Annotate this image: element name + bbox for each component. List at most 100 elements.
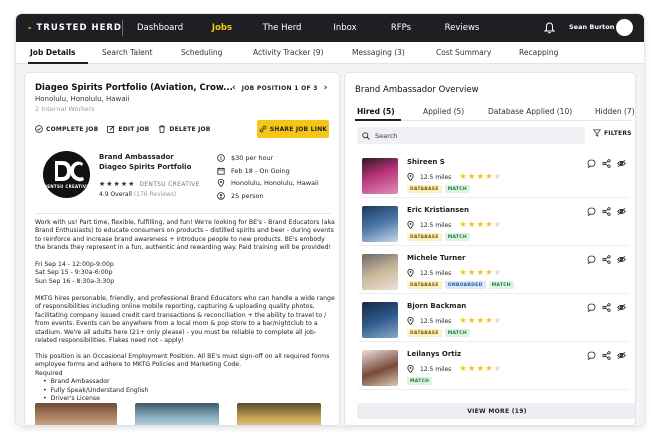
hide-icon[interactable] bbox=[617, 207, 626, 216]
nav-the-herd[interactable]: The Herd bbox=[255, 23, 309, 33]
job-position-label: JOB POSITION 1 OF 3 bbox=[241, 84, 318, 92]
hide-icon[interactable] bbox=[617, 351, 626, 360]
status-badge: DATABASE bbox=[407, 329, 442, 337]
user-name[interactable]: Sean Burton bbox=[569, 23, 614, 31]
star-empty-icon: ★ bbox=[493, 268, 503, 278]
share-job-link-button[interactable]: SHARE JOB LINK bbox=[257, 120, 329, 138]
star-filled-icon: ★ bbox=[459, 172, 468, 182]
nav-reviews[interactable]: Reviews bbox=[435, 23, 489, 33]
candidate-name[interactable]: Shireen S bbox=[407, 158, 445, 166]
candidate-card[interactable]: Shireen S 12.5 miles ★★★★★ DATABASE MATCH bbox=[357, 153, 629, 198]
star-filled-icon: ★ bbox=[467, 172, 477, 182]
check-circle-icon bbox=[35, 125, 43, 133]
event-photo[interactable] bbox=[237, 403, 321, 425]
search-icon bbox=[362, 131, 370, 140]
candidate-photo[interactable] bbox=[362, 206, 398, 242]
tab-job-details[interactable]: Job Details bbox=[30, 48, 76, 57]
brand-logo[interactable]: TRUSTED HERD bbox=[16, 14, 122, 42]
share-icon[interactable] bbox=[602, 207, 611, 216]
location-pin-icon bbox=[217, 179, 225, 187]
candidate-name[interactable]: Eric Kristiansen bbox=[407, 206, 469, 214]
share-icon[interactable] bbox=[602, 351, 611, 360]
event-photo[interactable] bbox=[135, 403, 219, 425]
nav-dashboard[interactable]: Dashboard bbox=[137, 23, 183, 33]
chat-icon[interactable] bbox=[587, 255, 596, 264]
status-badge: MATCH bbox=[444, 185, 470, 193]
status-badge: DATABASE bbox=[407, 281, 442, 289]
candidate-photo[interactable] bbox=[362, 302, 398, 338]
candidate-name[interactable]: Bjorn Backman bbox=[407, 302, 466, 310]
bell-icon[interactable] bbox=[544, 22, 555, 34]
tab-hired[interactable]: Hired (5) bbox=[357, 107, 395, 116]
star-filled-icon: ★ bbox=[467, 220, 477, 230]
nav-inbox[interactable]: Inbox bbox=[319, 23, 371, 33]
tab-cost-summary[interactable]: Cost Summary bbox=[436, 48, 491, 57]
tab-search-talent[interactable]: Search Talent bbox=[102, 48, 152, 57]
required-item: Fully Speak/Understand English bbox=[43, 387, 335, 395]
chat-icon[interactable] bbox=[587, 351, 596, 360]
filters-label: FILTERS bbox=[604, 129, 632, 137]
share-icon[interactable] bbox=[602, 303, 611, 312]
star-filled-icon: ★ bbox=[476, 364, 486, 374]
complete-job-button[interactable]: COMPLETE JOB bbox=[35, 125, 98, 133]
candidate-card[interactable]: Eric Kristiansen 12.5 miles ★★★★★ DATABASE M… bbox=[357, 201, 629, 246]
search-input[interactable] bbox=[375, 131, 575, 140]
candidate-photo[interactable] bbox=[362, 158, 398, 194]
job-info-list: $ $30 per hour Feb 18 - On Going Honolul… bbox=[217, 152, 319, 202]
candidate-meta: 12.5 miles ★★★★★ bbox=[407, 364, 502, 374]
review-count[interactable]: (176 Reviews) bbox=[134, 191, 177, 198]
share-icon[interactable] bbox=[602, 255, 611, 264]
delete-job-button[interactable]: DELETE JOB bbox=[158, 125, 210, 133]
star-filled-icon: ★ bbox=[485, 172, 494, 182]
required-list: Brand Ambassador Fully Speak/Understand … bbox=[35, 378, 335, 403]
status-badge: MATCH bbox=[444, 233, 470, 241]
tab-database-applied[interactable]: Database Applied (10) bbox=[488, 107, 572, 116]
event-photo[interactable] bbox=[35, 403, 117, 425]
candidate-photo[interactable] bbox=[362, 350, 398, 386]
candidate-name[interactable]: Michele Turner bbox=[407, 254, 465, 262]
tab-scheduling[interactable]: Scheduling bbox=[181, 48, 222, 57]
user-avatar[interactable] bbox=[616, 19, 633, 36]
candidate-card[interactable]: Leilanys Ortiz 12.5 miles ★★★★★ MATCH bbox=[357, 345, 629, 390]
tab-recapping[interactable]: Recapping bbox=[519, 48, 558, 57]
candidate-distance: 12.5 miles bbox=[420, 317, 452, 325]
view-more-button[interactable]: VIEW MORE (19) bbox=[357, 403, 635, 419]
search-box bbox=[357, 127, 585, 144]
chat-icon[interactable] bbox=[587, 159, 596, 168]
tab-messaging[interactable]: Messaging (3) bbox=[352, 48, 405, 57]
job-title: Diageo Spirits Portfolio (Aviation, Crow… bbox=[35, 83, 233, 93]
chevron-left-icon[interactable]: ‹ bbox=[232, 83, 236, 93]
star-filled-icon: ★ bbox=[476, 316, 486, 326]
job-company: Diageo Spirits Portfolio bbox=[99, 163, 192, 171]
top-nav: TRUSTED HERD Dashboard Jobs The Herd Inb… bbox=[16, 14, 644, 42]
candidate-name[interactable]: Leilanys Ortiz bbox=[407, 350, 461, 358]
candidate-badges: DATABASE MATCH bbox=[407, 329, 473, 337]
info-people: 25 person bbox=[217, 190, 319, 202]
tab-hidden[interactable]: Hidden (7) bbox=[595, 107, 635, 116]
status-badge: ONBOARDED bbox=[444, 281, 486, 289]
hide-icon[interactable] bbox=[617, 303, 626, 312]
hide-icon[interactable] bbox=[617, 159, 626, 168]
job-position-pager: ‹ JOB POSITION 1 OF 3 › bbox=[232, 83, 327, 93]
company-rating: ★★★★★ DENTSU CREATIVE bbox=[99, 180, 200, 188]
share-icon[interactable] bbox=[602, 159, 611, 168]
filters-button[interactable]: FILTERS bbox=[593, 129, 632, 137]
chat-icon[interactable] bbox=[587, 207, 596, 216]
tab-applied[interactable]: Applied (5) bbox=[423, 107, 464, 116]
candidate-card[interactable]: Bjorn Backman 12.5 miles ★★★★★ DATABASE MATC… bbox=[357, 297, 629, 342]
candidate-photo[interactable] bbox=[362, 254, 398, 290]
edit-job-button[interactable]: EDIT JOB bbox=[107, 125, 149, 133]
chevron-right-icon[interactable]: › bbox=[324, 83, 328, 93]
tab-activity-tracker[interactable]: Activity Tracker (9) bbox=[253, 48, 324, 57]
star-filled-icon: ★ bbox=[467, 364, 477, 374]
chat-icon[interactable] bbox=[587, 303, 596, 312]
active-tab-indicator bbox=[28, 62, 88, 64]
hide-icon[interactable] bbox=[617, 255, 626, 264]
candidate-card[interactable]: Michele Turner 12.5 miles ★★★★★ DATABASE ONB… bbox=[357, 249, 629, 294]
nav-jobs[interactable]: Jobs bbox=[193, 23, 251, 33]
location-pin-icon bbox=[407, 365, 414, 373]
candidate-meta: 12.5 miles ★★★★★ bbox=[407, 172, 502, 182]
star-filled-icon: ★ bbox=[476, 220, 486, 230]
nav-rfps[interactable]: RFPs bbox=[377, 23, 425, 33]
star-filled-icon: ★ bbox=[485, 364, 494, 374]
